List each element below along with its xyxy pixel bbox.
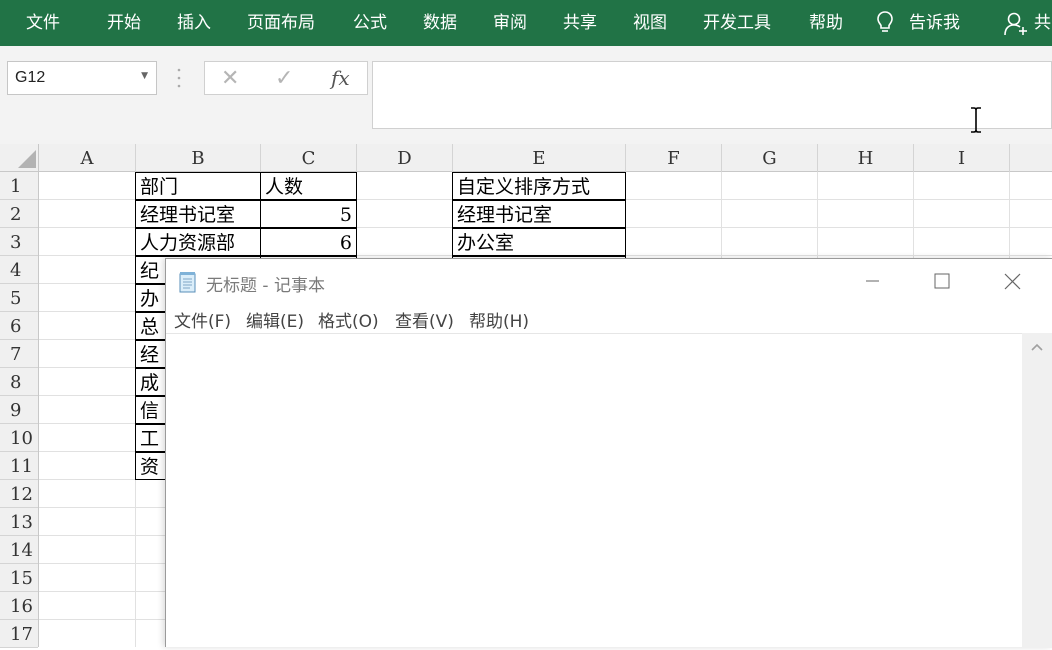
cell-b3[interactable]: 人力资源部 <box>135 228 261 256</box>
tab-insert[interactable]: 插入 <box>177 0 211 46</box>
share-label[interactable]: 共 <box>1034 0 1051 46</box>
cancel-icon[interactable]: ✕ <box>221 66 239 91</box>
row-header[interactable]: 11 <box>0 452 38 480</box>
row-header[interactable]: 17 <box>0 620 38 648</box>
row-header[interactable]: 9 <box>0 396 38 424</box>
tab-page-layout[interactable]: 页面布局 <box>247 0 315 46</box>
menu-format[interactable]: 格式(O) <box>318 307 379 332</box>
tab-formulas[interactable]: 公式 <box>353 0 387 46</box>
menu-view[interactable]: 查看(V) <box>395 307 454 332</box>
row-header[interactable]: 3 <box>0 228 38 256</box>
name-box-dropdown-icon[interactable]: ▼ <box>141 71 148 81</box>
insert-function-button[interactable]: fx <box>331 66 350 90</box>
column-header-h[interactable]: H <box>818 144 914 172</box>
cell-e3[interactable]: 办公室 <box>452 228 626 256</box>
row-header[interactable]: 6 <box>0 312 38 340</box>
cell-c3[interactable]: 6 <box>260 228 357 256</box>
notepad-app-icon <box>179 272 196 293</box>
cell-b2[interactable]: 经理书记室 <box>135 200 261 228</box>
column-header-d[interactable]: D <box>357 144 453 172</box>
notepad-text-area[interactable] <box>166 333 1022 649</box>
tab-review[interactable]: 审阅 <box>493 0 527 46</box>
row-headers: 1 2 3 4 5 6 7 8 9 10 11 12 13 14 15 16 1… <box>0 172 39 648</box>
tab-data[interactable]: 数据 <box>423 0 457 46</box>
column-header-i[interactable]: I <box>914 144 1010 172</box>
tab-developer[interactable]: 开发工具 <box>703 0 771 46</box>
tab-share[interactable]: 共享 <box>563 0 597 46</box>
row-header[interactable]: 2 <box>0 200 38 228</box>
row-header[interactable]: 7 <box>0 340 38 368</box>
row-header[interactable]: 5 <box>0 284 38 312</box>
row-header[interactable]: 15 <box>0 564 38 592</box>
column-header-a[interactable]: A <box>39 144 136 172</box>
ribbon-menu-bar: 文件 开始 插入 页面布局 公式 数据 审阅 共享 视图 开发工具 帮助 告诉我… <box>0 0 1052 46</box>
cell-b1[interactable]: 部门 <box>135 172 261 200</box>
share-person-icon[interactable] <box>1004 11 1028 37</box>
menu-edit[interactable]: 编辑(E) <box>246 307 304 332</box>
name-box[interactable]: G12 ▼ <box>7 61 157 95</box>
vertical-scrollbar[interactable] <box>1022 333 1052 648</box>
column-header-g[interactable]: G <box>722 144 818 172</box>
tell-me-label[interactable]: 告诉我 <box>909 0 960 46</box>
select-all-triangle-icon <box>18 150 36 168</box>
close-icon[interactable] <box>989 259 1035 303</box>
maximize-icon[interactable] <box>918 259 964 303</box>
row-header[interactable]: 13 <box>0 508 38 536</box>
minimize-icon[interactable] <box>849 259 895 303</box>
name-box-value: G12 <box>15 69 46 86</box>
column-header-e[interactable]: E <box>453 144 626 172</box>
lightbulb-icon[interactable] <box>876 10 894 36</box>
formula-buttons: ✕ ✓ fx <box>204 61 368 95</box>
row-header[interactable]: 8 <box>0 368 38 396</box>
cell-e1[interactable]: 自定义排序方式 <box>452 172 626 200</box>
tab-file[interactable]: 文件 <box>26 0 60 46</box>
cell-e2[interactable]: 经理书记室 <box>452 200 626 228</box>
tab-help[interactable]: 帮助 <box>809 0 843 46</box>
enter-check-icon[interactable]: ✓ <box>275 66 293 91</box>
tab-view[interactable]: 视图 <box>633 0 667 46</box>
column-header-b[interactable]: B <box>136 144 261 172</box>
column-header-c[interactable]: C <box>261 144 357 172</box>
text-cursor-icon <box>971 107 981 133</box>
row-header[interactable]: 12 <box>0 480 38 508</box>
row-header[interactable]: 14 <box>0 536 38 564</box>
row-header[interactable]: 16 <box>0 592 38 620</box>
row-header[interactable]: 10 <box>0 424 38 452</box>
notepad-title: 无标题 - 记事本 <box>206 276 325 296</box>
select-all-corner[interactable] <box>0 144 39 172</box>
drag-handle-icon[interactable] <box>176 66 182 90</box>
notepad-menu-bar: 文件(F) 编辑(E) 格式(O) 查看(V) 帮助(H) <box>166 303 1052 333</box>
menu-help[interactable]: 帮助(H) <box>469 307 529 332</box>
cell-c2[interactable]: 5 <box>260 200 357 228</box>
cell-c1[interactable]: 人数 <box>260 172 357 200</box>
formula-input[interactable] <box>372 61 1052 129</box>
column-headers: A B C D E F G H I <box>0 144 1052 172</box>
column-header-f[interactable]: F <box>626 144 722 172</box>
row-header[interactable]: 4 <box>0 256 38 284</box>
row-header[interactable]: 1 <box>0 172 38 200</box>
notepad-window[interactable]: 无标题 - 记事本 文件(F) 编辑(E) 格式(O) 查看(V) 帮助(H) <box>165 258 1052 649</box>
tab-home[interactable]: 开始 <box>107 0 141 46</box>
menu-file[interactable]: 文件(F) <box>174 307 231 332</box>
formula-bar-area: G12 ▼ ✕ ✓ fx <box>0 46 1052 144</box>
scroll-up-arrow-icon[interactable] <box>1030 341 1044 353</box>
